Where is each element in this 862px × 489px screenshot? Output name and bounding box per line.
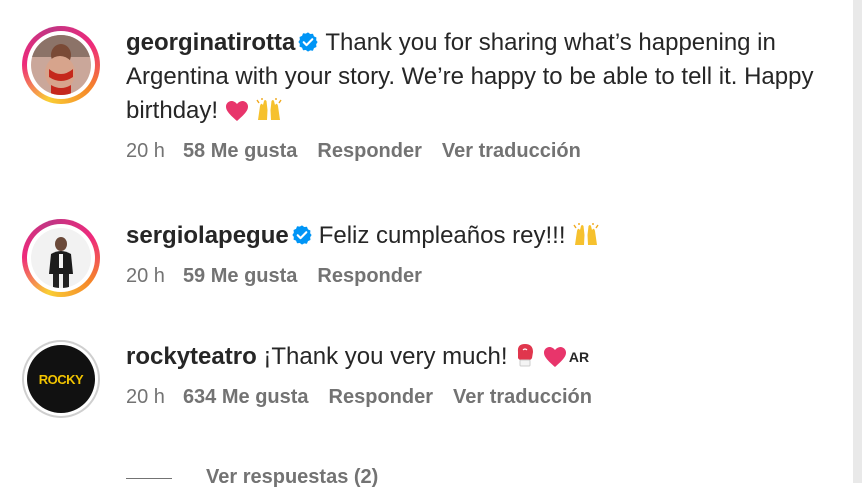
comment-meta: 20 h 58 Me gusta Responder Ver traducción xyxy=(126,140,842,163)
heart-icon xyxy=(225,101,248,121)
comment-time[interactable]: 20 h xyxy=(126,140,165,162)
translate-button[interactable]: Ver traducción xyxy=(442,140,581,162)
username[interactable]: rockyteatro xyxy=(126,343,257,370)
comment-meta: 20 h 59 Me gusta Responder xyxy=(126,265,842,288)
avatar: ROCKY xyxy=(27,345,95,413)
comment-time[interactable]: 20 h xyxy=(126,265,165,287)
username[interactable]: sergiolapegue xyxy=(126,222,289,249)
reply-button[interactable]: Responder xyxy=(317,265,421,287)
comment-time[interactable]: 20 h xyxy=(126,386,165,408)
avatar-story-ring[interactable] xyxy=(22,219,100,297)
reply-button[interactable]: Responder xyxy=(329,386,433,408)
avatar xyxy=(31,35,91,95)
translate-button[interactable]: Ver traducción xyxy=(453,386,592,408)
verified-badge-icon xyxy=(292,225,312,245)
avatar-logo-text: ROCKY xyxy=(38,371,84,387)
comment-text: ¡Thank you very much! xyxy=(263,343,508,370)
boxing-glove-icon xyxy=(518,344,534,367)
likes-count[interactable]: 59 Me gusta xyxy=(183,265,297,287)
reply-button[interactable]: Responder xyxy=(317,140,421,162)
username[interactable]: georginatirotta xyxy=(126,29,295,56)
view-replies-button[interactable]: Ver respuestas (2) xyxy=(126,466,378,489)
view-replies-label[interactable]: Ver respuestas (2) xyxy=(206,466,378,488)
comment-text: Feliz cumpleaños rey!!! xyxy=(318,222,566,249)
likes-count[interactable]: 634 Me gusta xyxy=(183,386,309,408)
verified-badge-icon xyxy=(298,32,318,52)
comment-meta: 20 h 634 Me gusta Responder Ver traducción xyxy=(126,386,842,409)
raising-hands-icon xyxy=(573,223,599,245)
raising-hands-icon xyxy=(256,98,282,120)
avatar-story-ring[interactable] xyxy=(22,26,100,104)
flag-text: AR xyxy=(568,349,590,365)
avatar-ring[interactable]: ROCKY xyxy=(22,340,100,418)
heart-icon xyxy=(543,347,566,367)
likes-count[interactable]: 58 Me gusta xyxy=(183,140,297,162)
replies-divider xyxy=(126,478,172,480)
avatar xyxy=(31,228,91,288)
scrollbar-track[interactable] xyxy=(853,0,862,483)
